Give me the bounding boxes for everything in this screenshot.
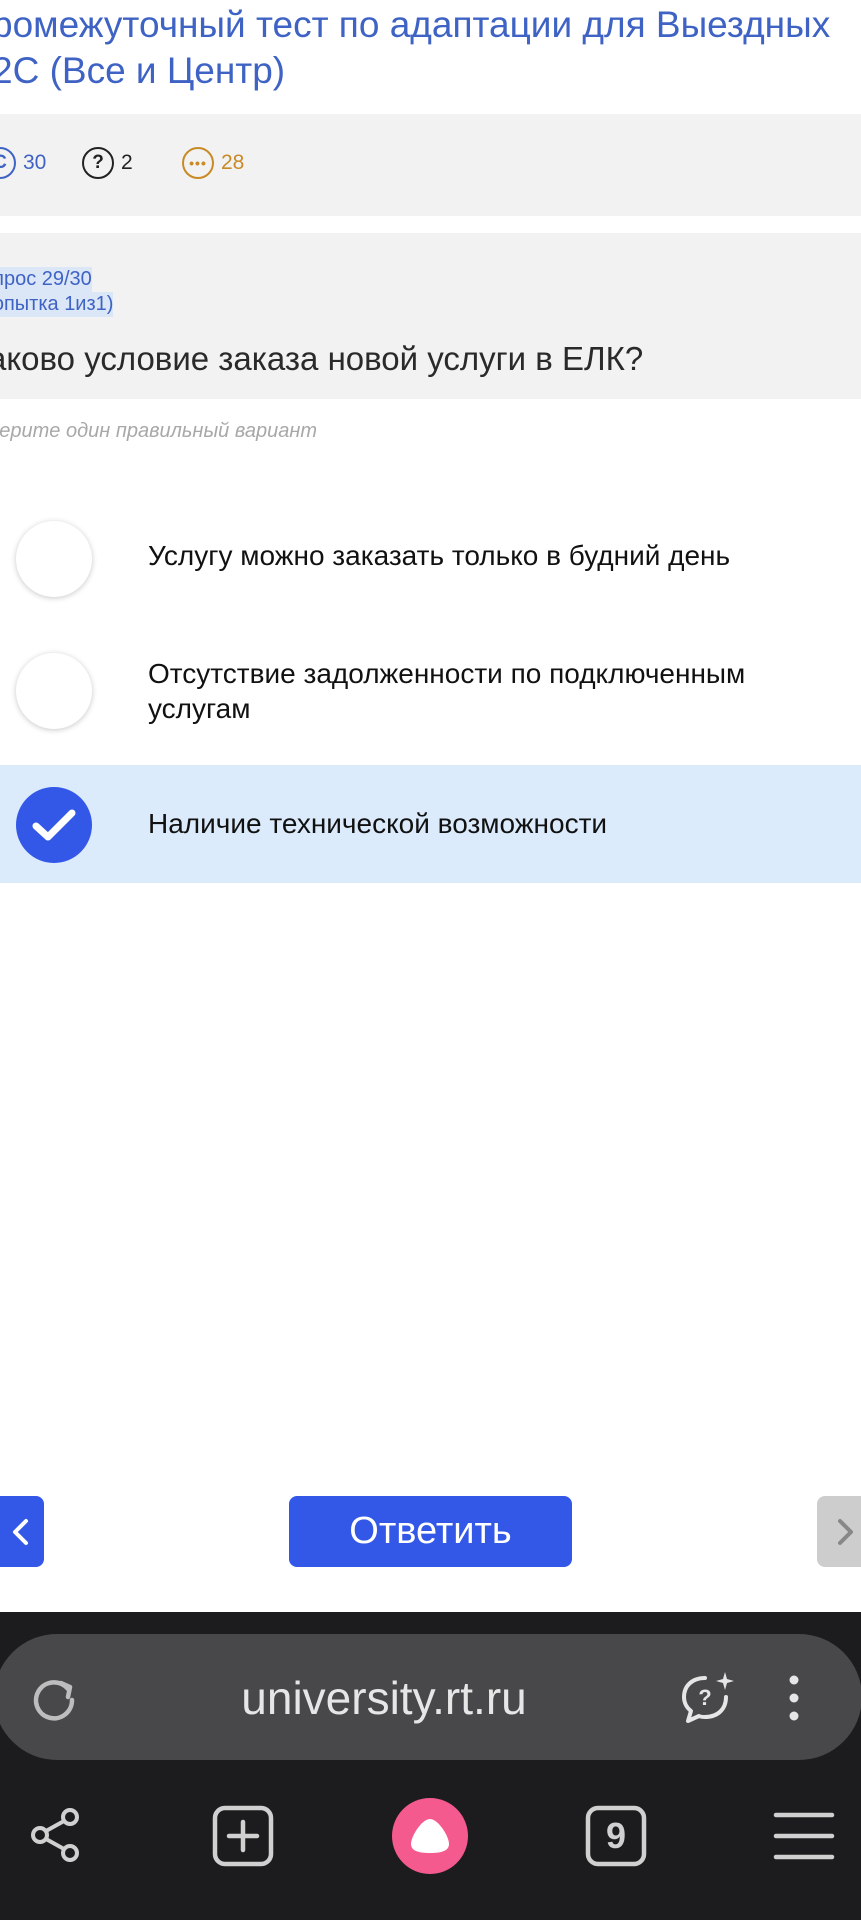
- remaining-stat[interactable]: ••• 28: [182, 147, 244, 179]
- menu-icon[interactable]: [772, 1809, 836, 1863]
- question-counter: опрос 29/30 попытка 1из1): [0, 267, 114, 317]
- remaining-count: 28: [221, 151, 245, 174]
- option-label: Отсутствие задолженности по подключенным…: [148, 658, 746, 724]
- radio-button[interactable]: [16, 521, 92, 597]
- tabs-icon[interactable]: 9: [585, 1805, 647, 1867]
- answer-hint: берите один правильный вариант: [0, 420, 317, 442]
- svg-text:?: ?: [698, 1685, 711, 1710]
- answered-stat[interactable]: C 30: [0, 147, 46, 179]
- copyright-circle-icon: C: [0, 147, 16, 179]
- question-text: аково условие заказа новой услуги в ЕЛК?: [0, 340, 644, 377]
- browser-chrome: university.rt.ru ? 9: [0, 1612, 861, 1920]
- chevron-right-icon: [838, 1518, 853, 1545]
- test-title-line2: 2С (Все и Центр): [0, 50, 286, 91]
- ellipsis-circle-icon: •••: [182, 147, 214, 179]
- alice-assistant-icon[interactable]: [392, 1798, 468, 1874]
- address-bar[interactable]: university.rt.ru ?: [0, 1634, 861, 1760]
- answer-option-1[interactable]: Услугу можно заказать только в будний де…: [0, 505, 861, 610]
- tabs-count: 9: [605, 1815, 627, 1856]
- checkmark-icon: [32, 809, 76, 841]
- question-circle-icon: ?: [82, 147, 114, 179]
- radio-button[interactable]: [16, 653, 92, 729]
- test-title-line1: ромежуточный тест по адаптации для Выезд…: [0, 4, 831, 45]
- url-text[interactable]: university.rt.ru: [0, 1671, 774, 1725]
- question-header: опрос 29/30 попытка 1из1) аково условие …: [0, 233, 861, 399]
- next-question-button[interactable]: [817, 1496, 861, 1567]
- test-title: ромежуточный тест по адаптации для Выезд…: [0, 2, 861, 94]
- question-attempt: попытка 1из1): [0, 292, 114, 317]
- new-tab-icon[interactable]: [212, 1805, 274, 1867]
- answered-count: 30: [23, 151, 47, 174]
- option-label: Наличие технической возможности: [148, 808, 608, 839]
- answer-option-2[interactable]: Отсутствие задолженности по подключенным…: [0, 638, 861, 743]
- radio-button-checked[interactable]: [16, 787, 92, 863]
- answer-button[interactable]: Ответить: [289, 1496, 572, 1567]
- question-number: опрос 29/30: [0, 267, 92, 292]
- chevron-left-icon: [13, 1518, 28, 1545]
- share-icon[interactable]: [24, 1804, 86, 1866]
- unanswered-stat[interactable]: ? 2: [82, 147, 133, 179]
- assistant-chat-icon[interactable]: ?: [678, 1670, 738, 1726]
- unanswered-count: 2: [121, 151, 133, 174]
- answer-option-3[interactable]: Наличие технической возможности: [0, 765, 861, 883]
- stats-bar: C 30 ? 2 ••• 28: [0, 114, 861, 216]
- previous-question-button[interactable]: [0, 1496, 44, 1567]
- option-label: Услугу можно заказать только в будний де…: [148, 540, 731, 571]
- more-vertical-icon[interactable]: [784, 1672, 804, 1724]
